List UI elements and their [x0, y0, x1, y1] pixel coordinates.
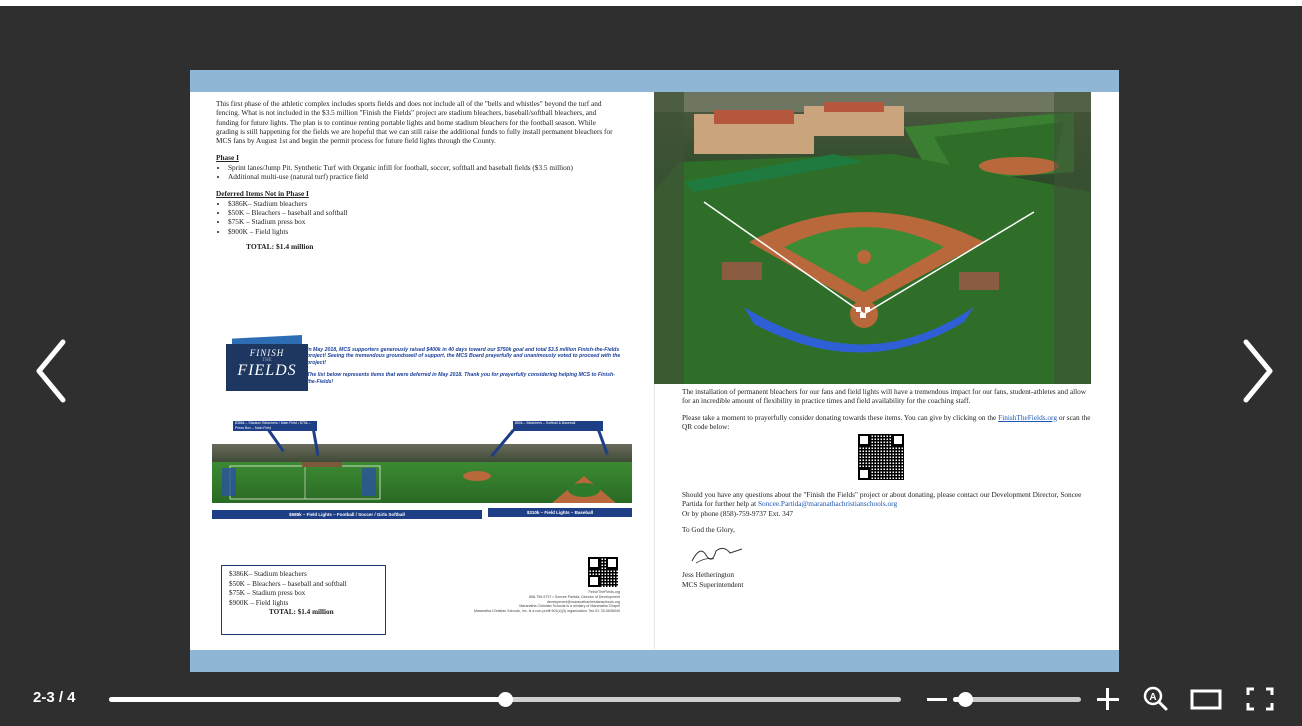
list-item: Additional multi-use (natural turf) prac… — [228, 172, 618, 181]
list-item: $75K – Stadium press box — [228, 217, 618, 226]
zoom-slider[interactable] — [953, 692, 1081, 707]
field-callout-1: $386k – Stadium Bleachers / Main Field •… — [232, 420, 318, 432]
list-item: $900K – Field lights — [228, 227, 618, 236]
cost-line: $50K – Bleachers – baseball and softball — [229, 579, 347, 588]
document-spread: This first phase of the athletic complex… — [190, 70, 1119, 672]
finish-the-fields-link[interactable]: FinishTheFields.org — [998, 413, 1057, 422]
campaign-note: In May 2018, MCS supporters generously r… — [307, 347, 623, 391]
right-page-text: The installation of permanent bleachers … — [682, 387, 1092, 589]
cost-total: TOTAL: $1.4 million — [269, 608, 334, 617]
svg-text:A: A — [1149, 692, 1156, 703]
page-progress-slider[interactable] — [109, 692, 901, 707]
qr-corner — [606, 557, 618, 569]
single-page-view-button[interactable] — [1189, 686, 1223, 717]
cost-line: $386K– Stadium bleachers — [229, 570, 307, 578]
top-edge — [0, 0, 1302, 6]
footer-line: Maranatha Christian Schools, Inc. is a n… — [473, 609, 620, 614]
qr-code — [858, 434, 904, 481]
page-top-band — [190, 70, 1119, 92]
field-background — [212, 444, 632, 462]
deferred-list: $386K– Stadium bleachers $50K – Bleacher… — [216, 199, 618, 236]
viewer-controls: 2-3 / 4 A — [0, 682, 1302, 716]
progress-handle[interactable] — [498, 692, 513, 707]
field-lights-bar-2: $310k – Field Lights – Baseball — [488, 508, 632, 517]
auto-zoom-button[interactable]: A — [1143, 686, 1169, 717]
qr-corner — [588, 575, 600, 587]
field-callout-2: $50k – Bleachers – Softball & Baseball — [512, 420, 604, 432]
page-bottom-band — [190, 650, 1119, 672]
previous-page-button[interactable] — [33, 336, 73, 406]
field-markings — [222, 462, 616, 503]
total-text: TOTAL: $1.4 million — [246, 241, 314, 251]
page-indicator: 2-3 / 4 — [33, 689, 76, 706]
rectangle-icon — [1190, 689, 1222, 710]
field-aerial-diagram: $386k – Stadium Bleachers / Main Field •… — [212, 420, 632, 525]
logo-flag — [232, 335, 302, 344]
intro-paragraph: This first phase of the athletic complex… — [216, 99, 613, 146]
list-item: $386K– Stadium bleachers — [228, 199, 618, 208]
cost-summary-box: $386K– Stadium bleachers $50K – Bleacher… — [221, 565, 386, 635]
qr-code-small — [588, 557, 618, 587]
deferred-heading: Deferred Items Not in Phase I — [216, 189, 309, 199]
phase-heading: Phase I — [216, 153, 239, 163]
impact-paragraph: The installation of permanent bleachers … — [682, 387, 1087, 406]
list-item: Sprint lanes/Jump Pit. Synthetic Turf wi… — [228, 163, 618, 172]
contact-paragraph: Should you have any questions about the … — [682, 490, 1092, 518]
logo-box: FINISH THE FIELDS — [226, 344, 308, 391]
campaign-note-2: The list below represents items that wer… — [307, 372, 615, 385]
chevron-left-icon — [36, 339, 66, 403]
finish-the-fields-logo: FINISH THE FIELDS — [226, 335, 308, 391]
progress-fill — [109, 697, 505, 702]
qr-corner — [858, 468, 870, 481]
contact-phone: Or by phone (858)-759-9737 Ext. 347 — [682, 508, 794, 518]
signer-title: MCS Superintendent — [682, 579, 744, 589]
plus-icon-stem — [1106, 688, 1109, 710]
qr-area — [682, 434, 1092, 490]
zoom-out-button[interactable] — [927, 698, 947, 701]
next-page-button[interactable] — [1238, 336, 1278, 406]
logo-line-3: FIELDS — [237, 362, 297, 379]
qr-corner — [892, 434, 904, 447]
ballpark-rendering — [654, 92, 1091, 384]
closing-line: To God the Glory, — [682, 525, 735, 535]
signature-image — [691, 548, 743, 564]
chevron-right-icon — [1243, 339, 1273, 403]
campaign-note-1: In May 2018, MCS supporters generously r… — [307, 347, 621, 366]
list-item: $50K – Bleachers – baseball and softball — [228, 208, 618, 217]
signer-name: Jess Hetherington — [682, 570, 735, 580]
phase-list: Sprint lanes/Jump Pit. Synthetic Turf wi… — [216, 163, 618, 182]
zoom-handle[interactable] — [957, 692, 973, 707]
qr-corner — [858, 434, 870, 447]
left-page-footer: FinishTheFields.org 858-759-9737 • Sonce… — [430, 590, 620, 614]
logo-line-1: FINISH — [249, 348, 285, 358]
fullscreen-button[interactable] — [1245, 686, 1275, 717]
ballpark-illustration — [654, 92, 1091, 384]
donate-text: Please take a moment to prayerfully cons… — [682, 412, 997, 422]
contact-email-link[interactable]: Soncee.Partida@maranathachristianschools… — [758, 499, 897, 508]
field-grass — [212, 462, 632, 503]
cost-line: $75K – Stadium press box — [229, 589, 306, 598]
donate-paragraph: Please take a moment to prayerfully cons… — [682, 413, 1092, 432]
magnifier-a-icon: A — [1143, 686, 1168, 711]
left-page-text: This first phase of the athletic complex… — [216, 99, 618, 251]
qr-corner — [588, 557, 600, 569]
cost-line: $900K – Field lights — [229, 598, 289, 607]
fullscreen-icon — [1246, 687, 1274, 711]
field-lights-bar-1: $585k – Field Lights – Football / Soccer… — [212, 510, 482, 519]
